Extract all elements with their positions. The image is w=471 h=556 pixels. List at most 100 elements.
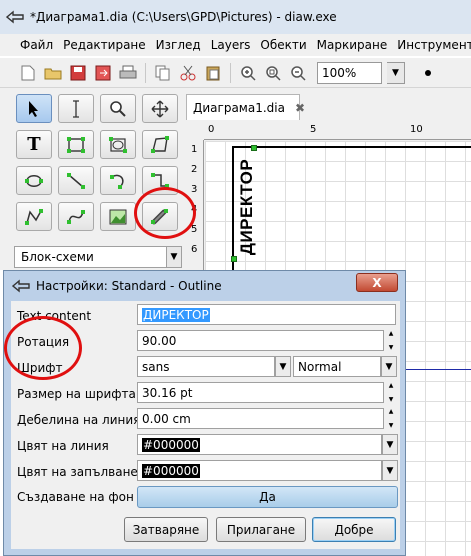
font-size-value: 30.16 pt <box>142 385 193 400</box>
text-cursor-tool-icon[interactable] <box>58 94 94 123</box>
line-tool-icon[interactable] <box>58 166 94 195</box>
dialog-title: Настройки: Standard - Outline <box>36 279 222 293</box>
dialog-close-button[interactable]: X <box>356 273 398 292</box>
ellipse-box-tool-icon[interactable] <box>100 130 136 159</box>
label-line-width: Дебелина на линия <box>17 413 141 427</box>
ok-button[interactable]: Добре <box>312 517 396 542</box>
label-line-color: Цвят на линия <box>17 439 109 453</box>
font-value: sans <box>142 359 170 374</box>
app-icon <box>6 10 24 24</box>
ruler-label: 1 <box>191 144 198 155</box>
annotation-circle <box>4 316 82 380</box>
ruler-label: 2 <box>191 164 198 175</box>
sheet-select[interactable]: Блок-схеми ▼ <box>14 246 182 268</box>
font-style-value: Normal <box>298 359 342 374</box>
menu-edit[interactable]: Редактиране <box>63 38 146 52</box>
close-icon: X <box>372 275 382 290</box>
apply-button-label: Прилагане <box>226 522 296 537</box>
properties-dialog: Настройки: Standard - Outline X Text con… <box>3 270 406 556</box>
text-tool-icon[interactable]: T <box>16 130 52 159</box>
selection-handle[interactable] <box>251 145 257 151</box>
rotation-input[interactable]: 90.00 <box>137 330 384 351</box>
paste-icon[interactable] <box>203 63 223 83</box>
bezier-polygon-tool-icon[interactable] <box>16 166 52 195</box>
apply-button[interactable]: Прилагане <box>216 517 306 542</box>
select-tool-icon[interactable] <box>16 94 52 123</box>
diagram-text-object[interactable]: ДИРЕКТОР <box>232 152 262 262</box>
rotation-value: 90.00 <box>142 333 177 348</box>
font-style-select[interactable]: Normal <box>293 356 381 377</box>
line-width-value: 0.00 cm <box>142 411 191 426</box>
line-color-select[interactable]: #000000 <box>137 434 382 455</box>
fill-color-select[interactable]: #000000 <box>137 460 382 481</box>
ruler-label: 10 <box>410 124 423 135</box>
chevron-down-icon[interactable]: ▼ <box>381 356 397 377</box>
fill-color-value: #000000 <box>142 463 200 478</box>
arc-tool-icon[interactable] <box>100 166 136 195</box>
label-fill-color: Цвят на запълването <box>17 465 153 479</box>
menu-tools[interactable]: Инструменти <box>397 38 471 52</box>
dialog-title-bar: Настройки: Standard - Outline X <box>4 271 405 301</box>
font-size-stepper[interactable]: ▲ ▼ <box>385 382 397 403</box>
polyline-tool-icon[interactable] <box>16 202 52 231</box>
export-icon[interactable] <box>93 63 113 83</box>
menu-select[interactable]: Маркиране <box>317 38 388 52</box>
ruler-label: 5 <box>310 124 317 135</box>
rotation-stepper[interactable]: ▲ ▼ <box>385 330 397 351</box>
text-content-input[interactable]: ДИРЕКТОР <box>137 304 396 325</box>
title-bar: *Диаграма1.dia (C:\Users\GPD\Pictures) -… <box>0 0 471 34</box>
dot-icon[interactable] <box>418 63 438 83</box>
connector-line[interactable] <box>406 369 471 370</box>
ok-button-label: Добре <box>334 522 374 537</box>
zoom-in-icon[interactable] <box>238 63 258 83</box>
text-content-value: ДИРЕКТОР <box>142 307 210 322</box>
new-icon[interactable] <box>18 63 38 83</box>
cut-icon[interactable] <box>178 63 198 83</box>
line-width-input[interactable]: 0.00 cm <box>137 408 384 429</box>
box-tool-icon[interactable] <box>58 130 94 159</box>
sheet-select-value: Блок-схеми <box>21 250 94 264</box>
selection-handle[interactable] <box>231 256 237 262</box>
bezier-tool-icon[interactable] <box>58 202 94 231</box>
close-button[interactable]: Затваряне <box>124 517 208 542</box>
chevron-down-icon[interactable]: ▼ <box>166 246 182 268</box>
zoom-input[interactable]: 100% <box>317 61 382 84</box>
zoom-fit-icon[interactable] <box>263 63 283 83</box>
annotation-circle <box>134 187 196 239</box>
menu-objects[interactable]: Обекти <box>260 38 306 52</box>
chevron-down-icon[interactable]: ▼ <box>382 460 398 481</box>
font-select[interactable]: sans <box>137 356 275 377</box>
menu-view[interactable]: Изглед <box>156 38 201 52</box>
page-border <box>232 146 471 148</box>
ruler-label: 3 <box>191 184 198 195</box>
line-width-stepper[interactable]: ▲ ▼ <box>385 408 397 429</box>
window-title: *Диаграма1.dia (C:\Users\GPD\Pictures) -… <box>30 10 337 24</box>
label-show-background: Създаване на фон <box>17 490 134 504</box>
label-font-size: Размер на шрифта <box>17 387 136 401</box>
zoom-out-icon[interactable] <box>288 63 308 83</box>
move-tool-icon[interactable] <box>142 94 178 123</box>
magnify-tool-icon[interactable] <box>100 94 136 123</box>
show-background-toggle[interactable]: Да <box>137 486 398 508</box>
menu-bar: Файл Редактиране Изглед Layers Обекти Ма… <box>0 34 471 56</box>
document-tab-label: Диаграма1.dia <box>193 100 285 115</box>
image-tool-icon[interactable] <box>100 202 136 231</box>
open-icon[interactable] <box>43 63 63 83</box>
copy-icon[interactable] <box>153 63 173 83</box>
menu-file[interactable]: Файл <box>20 38 53 52</box>
diagram-text: ДИРЕКТОР <box>237 158 256 256</box>
polygon-tool-icon[interactable] <box>142 130 178 159</box>
document-tab[interactable]: Диаграма1.dia ✖ <box>186 94 305 120</box>
line-color-value: #000000 <box>142 437 200 452</box>
close-tab-icon[interactable]: ✖ <box>295 101 305 115</box>
app-icon <box>12 279 30 293</box>
chevron-down-icon[interactable]: ▼ <box>387 61 405 84</box>
horizontal-ruler: 0 5 10 <box>204 122 471 140</box>
chevron-down-icon[interactable]: ▼ <box>382 434 398 455</box>
chevron-down-icon[interactable]: ▼ <box>275 356 291 377</box>
font-size-input[interactable]: 30.16 pt <box>137 382 384 403</box>
save-icon[interactable] <box>68 63 88 83</box>
print-icon[interactable] <box>118 63 138 83</box>
menu-layers[interactable]: Layers <box>211 38 251 52</box>
toolbar: 100% ▼ <box>0 58 471 88</box>
